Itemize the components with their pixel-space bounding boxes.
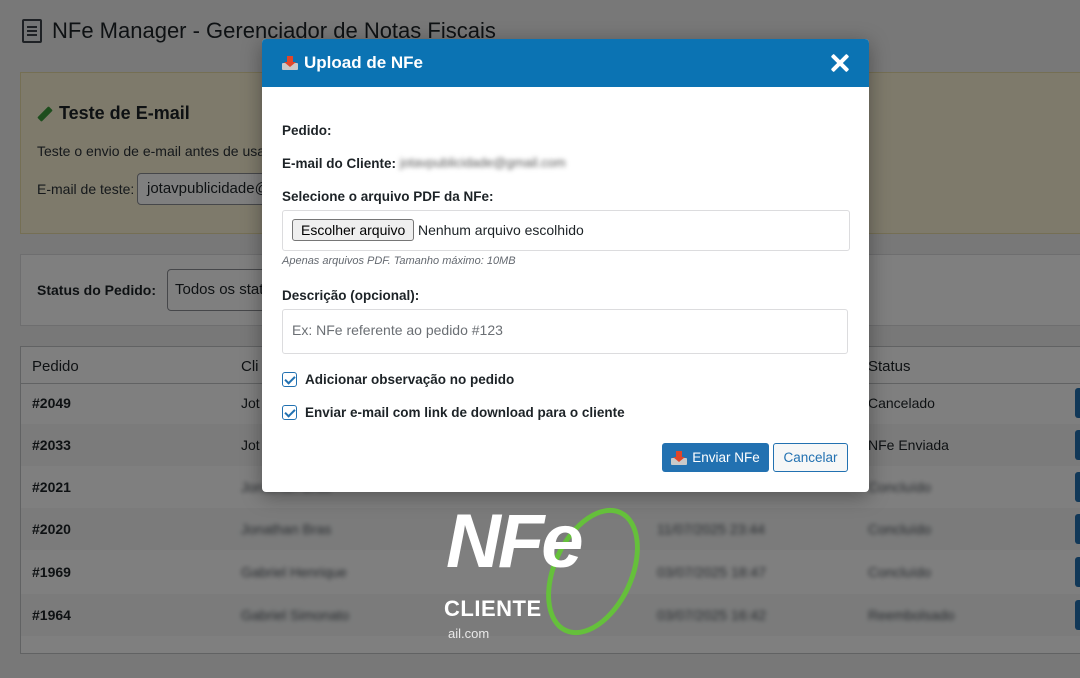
file-hint: Apenas arquivos PDF. Tamanho máximo: 10M…	[282, 255, 516, 267]
send-nfe-button[interactable]: Enviar NFe	[662, 443, 769, 472]
note-checkbox[interactable]	[282, 372, 297, 387]
description-label: Descrição (opcional):	[282, 288, 420, 303]
modal-title: Upload de NFe	[304, 53, 424, 72]
inbox-tray-icon	[671, 450, 688, 465]
description-input[interactable]: Ex: NFe referente ao pedido #123	[282, 309, 848, 354]
client-email-value: jotavpublicidade@gmail.com	[400, 155, 566, 170]
note-checkbox-row[interactable]: Adicionar observação no pedido	[282, 372, 514, 387]
note-checkbox-label[interactable]: Adicionar observação no pedido	[305, 372, 514, 387]
order-label: Pedido:	[282, 123, 332, 138]
modal-title-group: Upload de NFe	[282, 53, 423, 73]
email-checkbox-row[interactable]: Enviar e-mail com link de download para …	[282, 405, 625, 420]
file-status: Nenhum arquivo escolhido	[418, 222, 584, 238]
nfe-cliente-logo: NFe CLIENTE ail.com	[440, 492, 670, 651]
upload-nfe-modal: Upload de NFe Pedido: E-mail do Cliente:…	[262, 39, 869, 492]
file-label: Selecione o arquivo PDF da NFe:	[282, 189, 494, 204]
close-icon[interactable]	[830, 53, 850, 73]
send-nfe-label: Enviar NFe	[692, 450, 760, 465]
email-checkbox[interactable]	[282, 405, 297, 420]
logo-subtext: CLIENTE	[444, 596, 542, 621]
inbox-tray-icon	[282, 56, 298, 70]
email-fragment: ail.com	[448, 626, 490, 641]
file-input[interactable]: Escolher arquivo Nenhum arquivo escolhid…	[282, 210, 850, 251]
client-email-label: E-mail do Cliente:	[282, 156, 397, 171]
logo-text: NFe	[446, 499, 584, 584]
email-checkbox-label[interactable]: Enviar e-mail com link de download para …	[305, 405, 625, 420]
modal-header: Upload de NFe	[262, 39, 869, 87]
choose-file-button[interactable]: Escolher arquivo	[292, 219, 415, 241]
cancel-button[interactable]: Cancelar	[773, 443, 848, 472]
